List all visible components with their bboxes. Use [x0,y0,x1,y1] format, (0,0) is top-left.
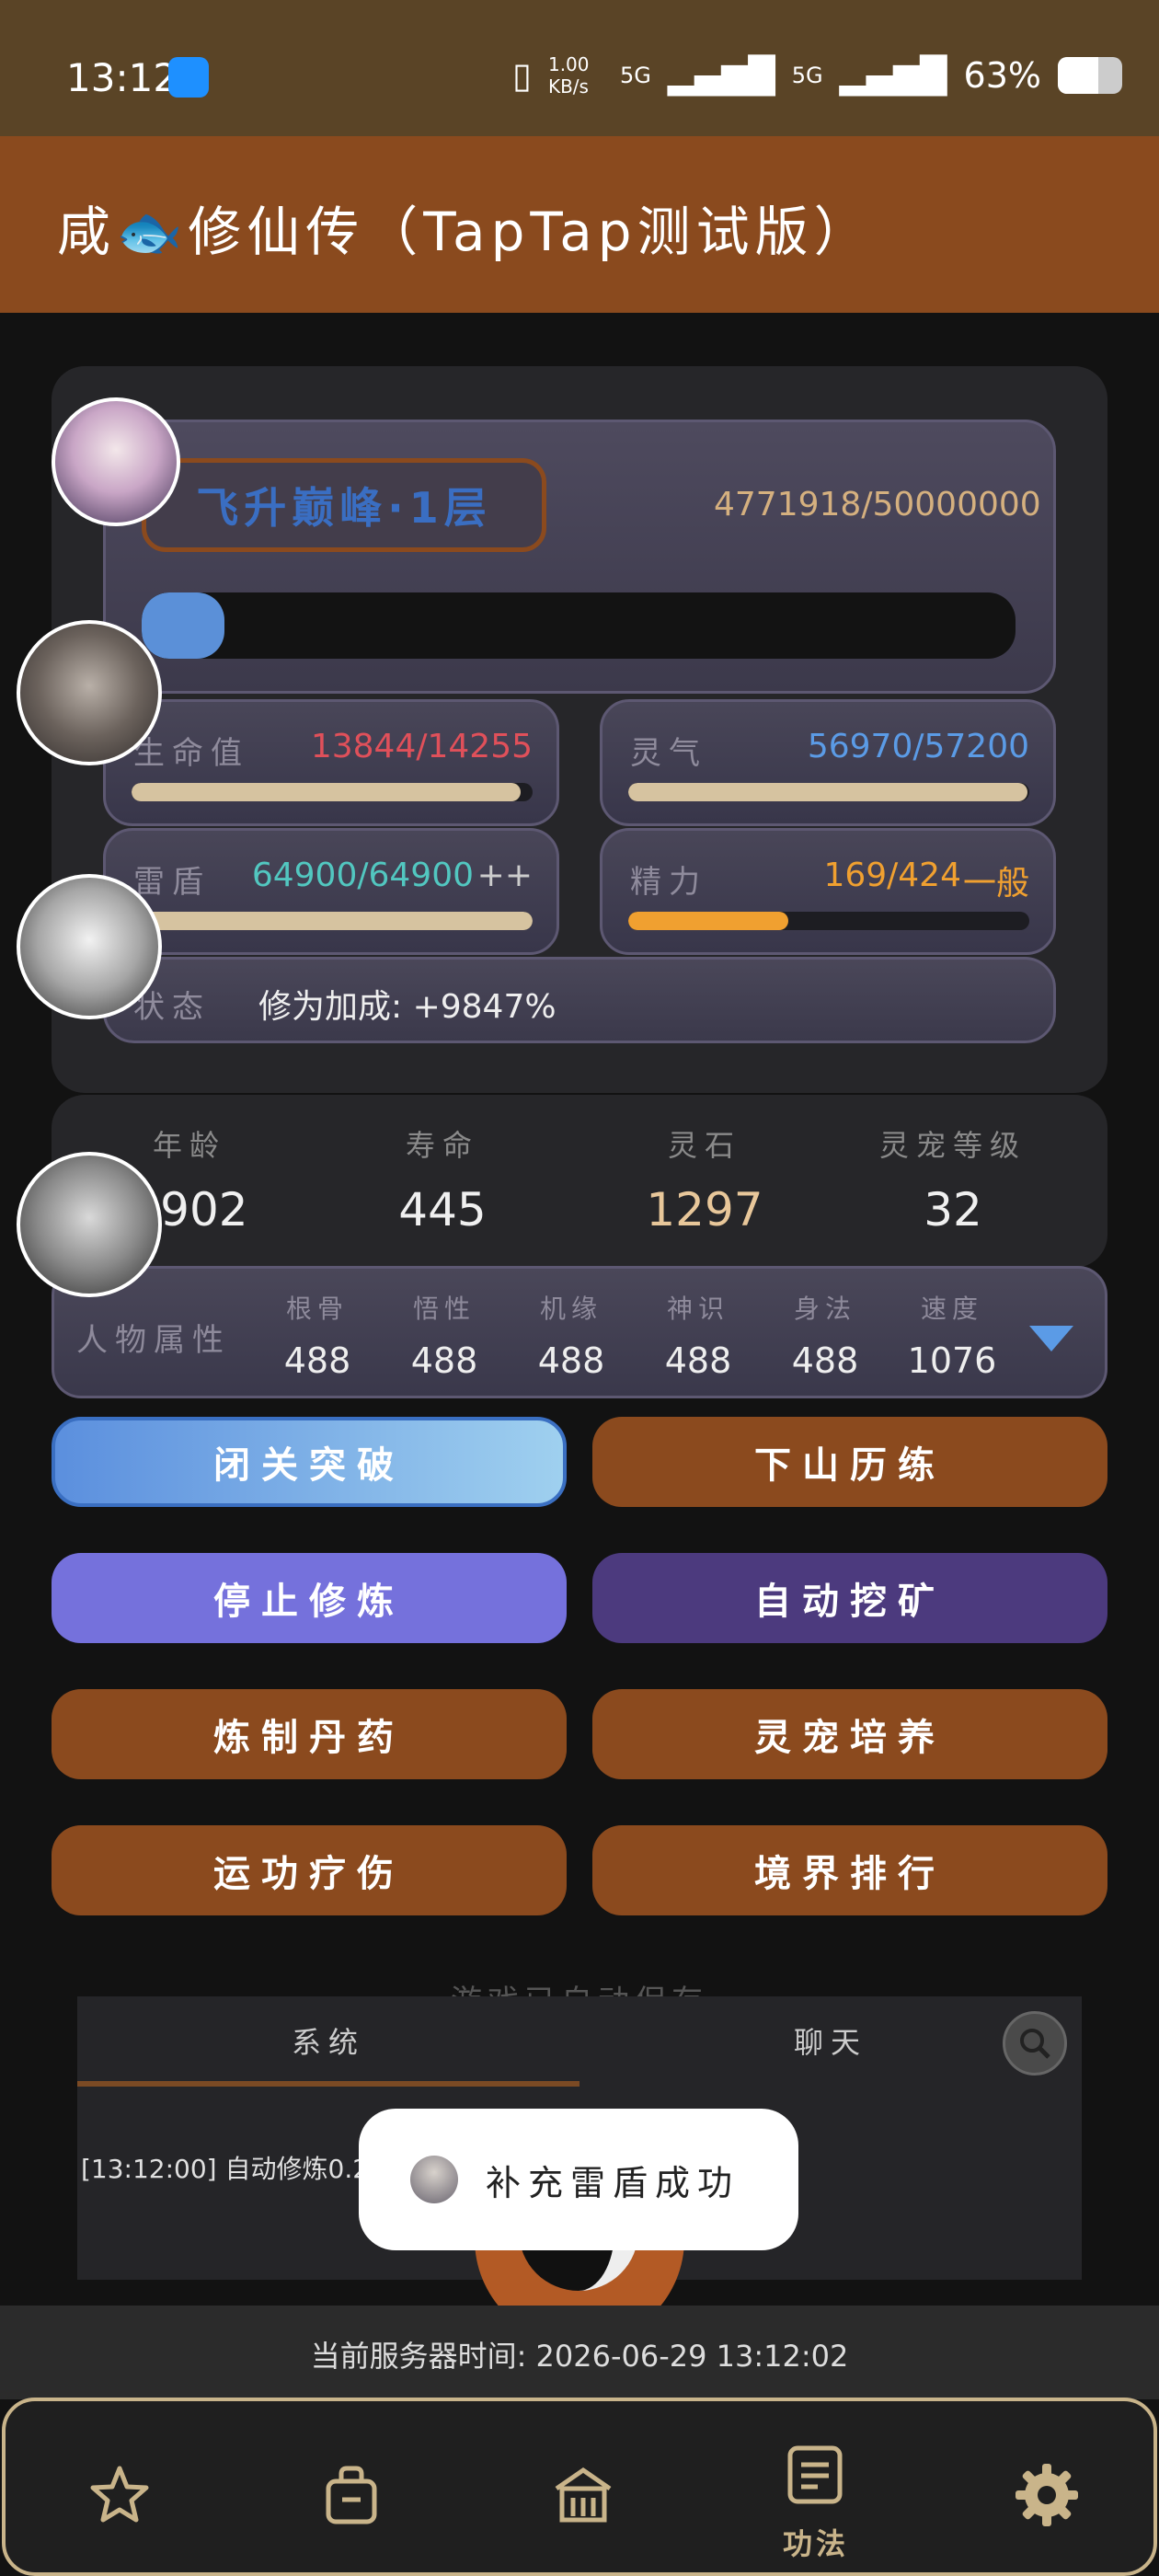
signal-2: 5G [791,63,823,88]
toast: 补充雷盾成功 [359,2109,798,2250]
app-notification-icon [168,57,209,98]
xp-progress-fill [142,592,225,659]
status-time: 13:12 [66,55,178,100]
energy-bar [628,912,1029,930]
xp-progress-bar [142,592,1016,659]
server-time: 当前服务器时间: 2026-06-29 13:12:02 [310,2339,849,2374]
shield-label: 雷盾 [133,864,211,901]
auto-mine-button[interactable]: 自动挖矿 [592,1553,1107,1643]
attribute-row[interactable]: 人物属性 根骨 488 悟性 488 机缘 488 神识 488 身法 488 速度 107… [52,1266,1107,1398]
shield-value: 64900/64900 [251,857,474,894]
energy-extra: 一般 [962,865,1029,903]
status-value: 修为加成: +9847% [258,988,557,1026]
qi-bar [628,783,1029,801]
stop-cultivate-button[interactable]: 停止修炼 [52,1553,567,1643]
attr-item: 身法 488 [770,1289,880,1381]
nav-bag[interactable] [305,2449,397,2541]
net-speed: 1.00 KB/s [547,53,590,98]
adventure-button[interactable]: 下山历练 [592,1417,1107,1507]
attr-item: 速度 1076 [897,1289,1007,1381]
attr-item: 悟性 488 [389,1289,499,1381]
attr-item: 根骨 488 [262,1289,373,1381]
breakthrough-button[interactable]: 闭关突破 [52,1417,567,1507]
info-value: 32 [924,1183,982,1236]
tab-underline [77,2081,580,2087]
nav-home[interactable] [537,2449,629,2541]
status-row: 状态 修为加成: +9847% [103,957,1056,1043]
expand-arrow-icon[interactable] [1026,1313,1077,1364]
status-indicators: ▯ 1.00 KB/s 5G ▂▄▆█ 5G ▂▄▆█ 63% [512,53,1122,98]
toast-text: 补充雷盾成功 [486,2162,740,2203]
attr-label: 机缘 [539,1294,602,1324]
alchemy-button[interactable]: 炼制丹药 [52,1689,567,1779]
info-lifespan: 寿命 445 [332,1122,553,1236]
nav-settings[interactable] [1001,2449,1093,2541]
signal-bars-icon: ▂▄▆█ [667,55,775,96]
gear-icon [1016,2464,1078,2526]
attr-label: 速度 [920,1294,983,1324]
info-card: 年龄 2902 寿命 445 灵石 1297 灵宠等级 32 [52,1095,1107,1268]
nav-favorites[interactable] [74,2449,166,2541]
life-label: 生命值 [133,735,249,772]
attr-value: 488 [410,1340,478,1381]
avatar-man[interactable] [17,620,162,765]
search-button[interactable] [1003,2011,1067,2076]
house-icon [555,2467,612,2523]
shield-bar [132,912,533,930]
attr-value: 1076 [907,1340,997,1381]
attr-value: 488 [283,1340,351,1381]
avatar-girl-2[interactable] [17,874,162,1019]
toast-avatar [410,2156,458,2203]
info-value: 445 [398,1183,487,1236]
search-icon [1020,2029,1050,2059]
signal-1: 5G [619,63,651,88]
attr-label: 神识 [666,1294,729,1324]
life-stat: 生命值 13844/14255 [103,699,559,826]
qi-label: 灵气 [630,735,707,772]
info-value: 1297 [646,1183,763,1236]
heal-button[interactable]: 运功疗伤 [52,1825,567,1915]
info-label: 寿命 [405,1128,479,1163]
qi-stat: 灵气 56970/57200 [600,699,1056,826]
avatar-girl-3[interactable] [17,1152,162,1297]
ranking-button[interactable]: 境界排行 [592,1825,1107,1915]
nav-skills-label: 功法 [782,2526,849,2561]
app-title: 咸🐟修仙传（TapTap测试版） [57,201,873,263]
life-bar [132,783,533,801]
avatar-girl-1[interactable] [52,397,180,526]
attribute-title: 人物属性 [76,1322,231,1359]
battery-percent: 63% [963,55,1041,96]
attr-value: 488 [791,1340,859,1381]
battery-icon [1058,57,1122,94]
attr-value: 488 [537,1340,605,1381]
energy-value: 169/424 [823,857,961,894]
info-label: 灵宠等级 [878,1128,1027,1163]
info-label: 灵石 [667,1128,741,1163]
signal-bars-icon: ▂▄▆█ [839,55,947,96]
attr-label: 身法 [793,1294,856,1324]
qi-value: 56970/57200 [807,728,1029,765]
nav-skills[interactable] [769,2429,861,2521]
vibrate-icon: ▯ [512,55,532,96]
shield-extra[interactable]: ++ [477,857,533,894]
pet-train-button[interactable]: 灵宠培养 [592,1689,1107,1779]
realm-xp-text: 4771918/50000000 [714,486,1041,523]
star-icon [90,2466,149,2523]
bottom-nav: 功法 [2,2398,1157,2576]
tab-system[interactable]: 系统 [77,1996,580,2085]
shield-stat: 雷盾 64900/64900 ++ [103,828,559,955]
scroll-icon [787,2445,843,2504]
attr-label: 悟性 [412,1294,476,1324]
realm-badge: 飞升巅峰·1层 [142,458,546,552]
attr-value: 488 [664,1340,732,1381]
attr-item: 机缘 488 [516,1289,626,1381]
energy-stat: 精力 169/424 一般 [600,828,1056,955]
attr-label: 根骨 [285,1294,349,1324]
info-spirit-stone: 灵石 1297 [594,1122,815,1236]
info-pet-level: 灵宠等级 32 [843,1122,1063,1236]
energy-label: 精力 [630,864,707,901]
life-value: 13844/14255 [310,728,533,765]
bag-icon [326,2466,377,2524]
attr-item: 神识 488 [643,1289,753,1381]
